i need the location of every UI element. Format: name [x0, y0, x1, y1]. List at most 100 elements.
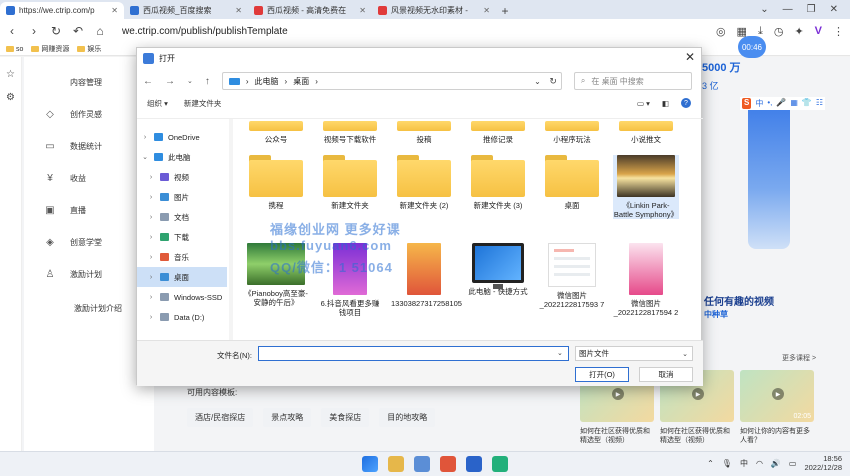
- menu-icon[interactable]: ⋮: [833, 25, 844, 38]
- file-item[interactable]: 投稿: [391, 121, 457, 144]
- browser-tab[interactable]: 西瓜视频 - 高清免费在 ✕: [248, 2, 372, 19]
- template-chip[interactable]: 酒店/民宿探店: [187, 408, 254, 427]
- file-explorer-icon[interactable]: [388, 456, 404, 472]
- chevron-icon[interactable]: ›: [147, 274, 155, 281]
- video-caption[interactable]: 如何在社区获得优质和精选型（视频）: [660, 427, 734, 445]
- filename-input[interactable]: [258, 346, 569, 361]
- tab-close-icon[interactable]: ✕: [111, 6, 118, 15]
- microphone-icon[interactable]: 🎙: [722, 459, 732, 468]
- tree-item[interactable]: › 音乐: [137, 247, 227, 267]
- app-icon-1[interactable]: [414, 456, 430, 472]
- help-icon[interactable]: ?: [681, 98, 691, 108]
- tree-item[interactable]: › 文档: [137, 207, 227, 227]
- ime-button[interactable]: •,: [767, 98, 772, 109]
- video-caption[interactable]: 如何让你的内容有更多人看？: [740, 427, 814, 445]
- file-item[interactable]: 小程序玩法: [539, 121, 605, 144]
- start-icon[interactable]: [362, 456, 378, 472]
- template-chip[interactable]: 目的地攻略: [379, 408, 436, 427]
- ime-button[interactable]: S: [742, 98, 752, 109]
- tree-item[interactable]: › 视频: [137, 167, 227, 187]
- dialog-close-icon[interactable]: ✕: [685, 50, 695, 64]
- home-icon[interactable]: ⌂: [94, 24, 106, 38]
- tree-item[interactable]: › OneDrive: [137, 127, 227, 147]
- path-refresh-icon[interactable]: ↻: [549, 76, 557, 87]
- file-item[interactable]: 新建文件夹 (3): [465, 155, 531, 210]
- app-icon-3[interactable]: [466, 456, 482, 472]
- tab-list-icon[interactable]: ⌄: [760, 4, 768, 15]
- file-item[interactable]: 《Linkin Park-Battle Symphony》: [613, 155, 679, 219]
- template-chip[interactable]: 景点攻略: [263, 408, 312, 427]
- chevron-icon[interactable]: ›: [147, 214, 155, 221]
- tree-item[interactable]: › Data (D:): [137, 307, 227, 327]
- play-icon[interactable]: ▶: [692, 388, 704, 400]
- bookmark-0[interactable]: so: [6, 46, 23, 53]
- browser-tab[interactable]: 西瓜视频_百度搜索 ✕: [124, 2, 248, 19]
- close-window-icon[interactable]: ✕: [830, 4, 838, 15]
- refresh-icon[interactable]: ↻: [50, 24, 62, 38]
- tab-close-icon[interactable]: ✕: [235, 6, 242, 15]
- tree-item[interactable]: ⌄ 此电脑: [137, 147, 227, 167]
- camera-icon[interactable]: ◎: [716, 25, 726, 38]
- play-icon[interactable]: ▶: [772, 388, 784, 400]
- history-icon[interactable]: ◷: [774, 25, 784, 38]
- video-thumbnail[interactable]: ▶ 02:05: [740, 370, 814, 422]
- settings-icon[interactable]: ⚙: [0, 92, 21, 103]
- organize-button[interactable]: 组织 ▾: [147, 98, 168, 109]
- menu-item[interactable]: ♙ 激励计划: [44, 269, 102, 280]
- path-segment-desktop[interactable]: 桌面: [293, 76, 309, 87]
- bookmark-2[interactable]: 娱乐: [77, 44, 101, 54]
- more-courses-link[interactable]: 更多课程 >: [782, 353, 816, 363]
- brand-v-icon[interactable]: V: [815, 25, 822, 37]
- file-item[interactable]: 公众号: [243, 121, 309, 144]
- tree-scrollbar[interactable]: [229, 119, 233, 341]
- menu-item[interactable]: ¥ 收益: [44, 173, 86, 184]
- app-icon-2[interactable]: [440, 456, 456, 472]
- tree-item[interactable]: › 下载: [137, 227, 227, 247]
- chevron-icon[interactable]: ›: [147, 294, 155, 301]
- ime-button[interactable]: 中: [755, 98, 763, 109]
- file-item[interactable]: 微信图片_2022122817593 7: [539, 243, 605, 309]
- file-item[interactable]: 6.抖音风看更多赚钱项目: [317, 243, 383, 317]
- app-icon-4[interactable]: [492, 456, 508, 472]
- play-icon[interactable]: ▶: [612, 388, 624, 400]
- tree-item[interactable]: › 桌面: [137, 267, 227, 287]
- preview-pane-icon[interactable]: ◧: [662, 99, 669, 108]
- ime-indicator[interactable]: 中: [740, 458, 748, 469]
- menu-item-incentive-intro[interactable]: 激励计划介绍: [74, 303, 122, 314]
- file-item[interactable]: 视频号下载软件: [317, 121, 383, 144]
- up-arrow-icon[interactable]: ↑: [205, 76, 210, 87]
- file-item[interactable]: 小说推文: [613, 121, 679, 144]
- menu-item[interactable]: ▣ 直播: [44, 205, 86, 216]
- wifi-icon[interactable]: ◠: [756, 459, 763, 468]
- file-item[interactable]: 推修记录: [465, 121, 531, 144]
- browser-tab[interactable]: 风景视频无水印素材 - ✕: [372, 2, 496, 19]
- recent-dropdown-icon[interactable]: ⌄: [187, 77, 193, 85]
- chevron-icon[interactable]: ›: [147, 314, 155, 321]
- chevron-icon[interactable]: ›: [141, 134, 149, 141]
- file-item[interactable]: 携程: [243, 155, 309, 210]
- back-icon[interactable]: ‹: [6, 24, 18, 38]
- ime-button[interactable]: ☷: [816, 98, 823, 109]
- chevron-icon[interactable]: ›: [147, 254, 155, 261]
- minimize-icon[interactable]: —: [783, 4, 793, 15]
- tab-close-icon[interactable]: ✕: [359, 6, 366, 15]
- tray-expand-icon[interactable]: ⌃: [707, 459, 714, 468]
- path-breadcrumb[interactable]: › 此电脑 › 桌面 › ⌄ ↻: [221, 72, 562, 90]
- chevron-icon[interactable]: ⌄: [141, 153, 149, 161]
- chevron-icon[interactable]: ›: [147, 174, 155, 181]
- file-item[interactable]: 13303827317258105: [391, 243, 462, 308]
- path-dropdown-icon[interactable]: ⌄: [534, 77, 541, 86]
- chevron-icon[interactable]: ›: [147, 194, 155, 201]
- filename-history-icon[interactable]: ⌄: [557, 349, 563, 357]
- star-icon[interactable]: ☆: [0, 69, 21, 80]
- ime-button[interactable]: ▦: [790, 98, 798, 109]
- file-item[interactable]: 微信图片_2022122817594 2: [613, 243, 679, 317]
- template-chip[interactable]: 美食探店: [321, 408, 370, 427]
- forward-icon[interactable]: ›: [28, 24, 40, 38]
- extension-icon[interactable]: ✦: [794, 25, 803, 38]
- file-item[interactable]: 新建文件夹 (2): [391, 155, 457, 210]
- tree-item[interactable]: › 图片: [137, 187, 227, 207]
- forward-arrow-icon[interactable]: →: [165, 76, 175, 87]
- browser-tab[interactable]: https://we.ctrip.com/p ✕: [0, 2, 124, 19]
- file-item[interactable]: 桌面: [539, 155, 605, 210]
